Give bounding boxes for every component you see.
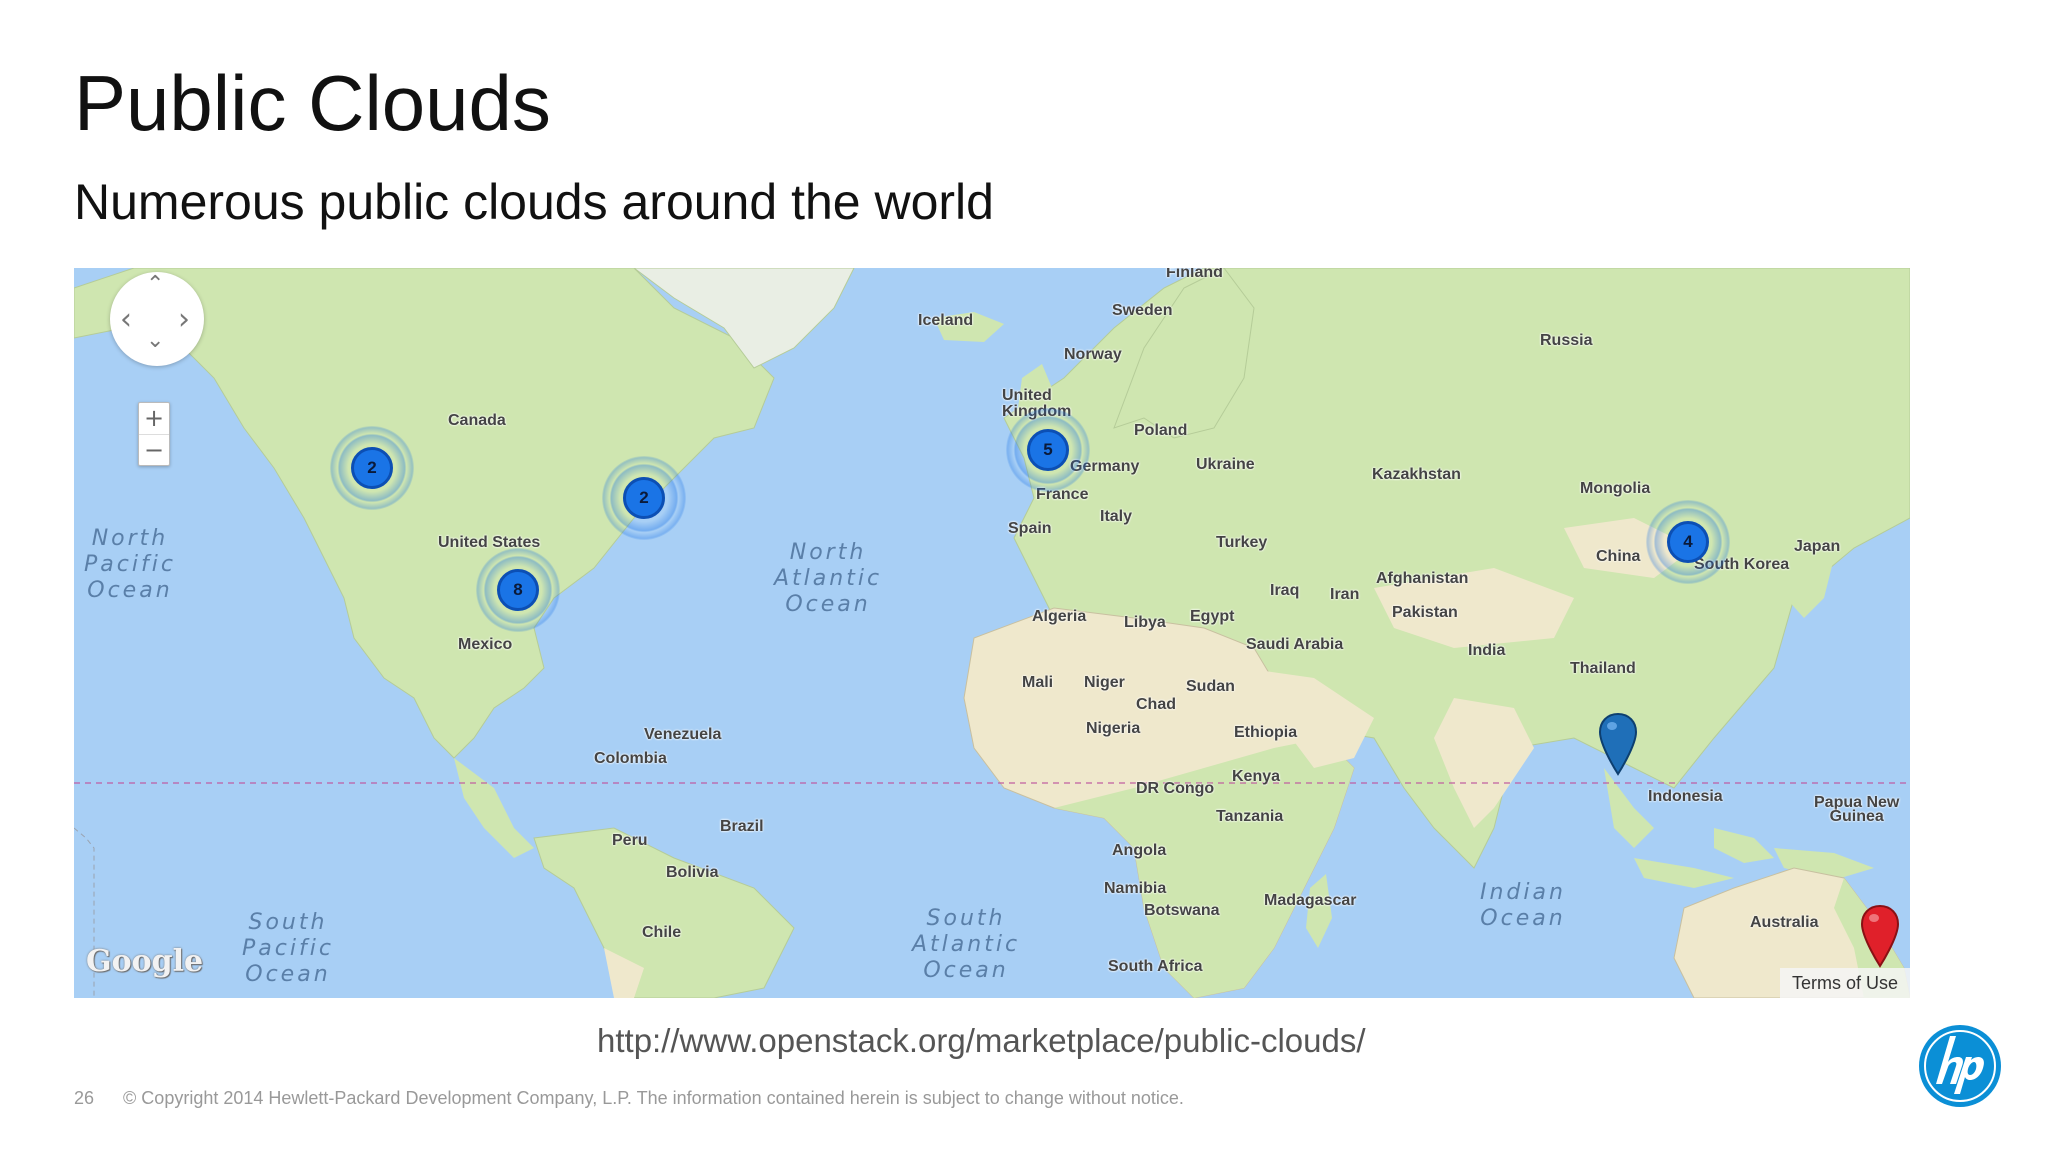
place-niger: Niger — [1084, 674, 1125, 691]
place-kazakhstan: Kazakhstan — [1372, 466, 1461, 483]
place-venezuela: Venezuela — [644, 726, 722, 743]
map-zoom-control: + − — [138, 402, 170, 466]
place-indonesia: Indonesia — [1648, 788, 1723, 805]
place-russia: Russia — [1540, 332, 1593, 349]
cluster-marker-western-europe[interactable]: 5 — [1006, 408, 1090, 492]
pan-left-icon[interactable]: ‹ — [120, 302, 132, 337]
cluster-count: 2 — [351, 447, 393, 489]
map-base-layer — [74, 268, 1910, 998]
map-pan-control[interactable]: ⌃ ⌄ ‹ › — [110, 272, 204, 366]
ocean-south-atlantic: South Atlantic Ocean — [912, 906, 1021, 983]
world-map[interactable]: Finland Sweden Iceland Norway Russia Uni… — [74, 268, 1910, 998]
place-india: India — [1468, 642, 1506, 659]
place-sudan: Sudan — [1186, 678, 1235, 695]
place-japan: Japan — [1794, 538, 1841, 555]
terms-of-use-link[interactable]: Terms of Use — [1779, 968, 1910, 998]
place-mongolia: Mongolia — [1580, 480, 1651, 497]
place-canada: Canada — [448, 412, 506, 429]
cluster-count: 5 — [1027, 429, 1069, 471]
ocean-north-atlantic: North Atlantic Ocean — [774, 540, 883, 617]
place-botswana: Botswana — [1144, 902, 1220, 919]
place-madagascar: Madagascar — [1264, 892, 1357, 909]
place-saudi-arabia: Saudi Arabia — [1246, 636, 1344, 653]
place-iceland: Iceland — [918, 312, 974, 329]
cluster-marker-east-asia[interactable]: 4 — [1646, 500, 1730, 584]
ocean-north-pacific: North Pacific Ocean — [84, 526, 176, 603]
footer: 26 © Copyright 2014 Hewlett-Packard Deve… — [74, 1088, 1184, 1109]
cluster-marker-west-north-america[interactable]: 2 — [330, 426, 414, 510]
map-pin-icon-red[interactable] — [1860, 904, 1900, 968]
place-spain: Spain — [1008, 520, 1052, 537]
ocean-indian: Indian Ocean — [1480, 880, 1566, 931]
place-turkey: Turkey — [1216, 534, 1268, 551]
place-australia: Australia — [1750, 914, 1819, 931]
pan-right-icon[interactable]: › — [178, 302, 190, 337]
hp-logo — [1919, 1025, 2001, 1107]
place-papua-new-guinea: Papua New Guinea — [1814, 794, 1900, 825]
place-brazil: Brazil — [720, 818, 764, 835]
copyright-text: © Copyright 2014 Hewlett-Packard Develop… — [123, 1088, 1184, 1108]
place-iraq: Iraq — [1270, 582, 1300, 599]
ocean-south-pacific: South Pacific Ocean — [242, 910, 334, 987]
place-chad: Chad — [1136, 696, 1176, 713]
place-namibia: Namibia — [1104, 880, 1167, 897]
cluster-marker-east-north-america[interactable]: 2 — [602, 456, 686, 540]
place-algeria: Algeria — [1032, 608, 1087, 625]
place-thailand: Thailand — [1570, 660, 1636, 677]
page-subtitle: Numerous public clouds around the world — [74, 174, 994, 230]
place-libya: Libya — [1124, 614, 1166, 631]
pan-up-icon[interactable]: ⌃ — [146, 272, 164, 297]
place-poland: Poland — [1134, 422, 1188, 439]
place-chile: Chile — [642, 924, 682, 941]
pan-down-icon[interactable]: ⌄ — [146, 328, 164, 353]
place-angola: Angola — [1112, 842, 1167, 859]
place-mali: Mali — [1022, 674, 1054, 691]
zoom-in-button[interactable]: + — [139, 403, 169, 434]
place-china: China — [1596, 548, 1641, 565]
cluster-marker-southern-us[interactable]: 8 — [476, 548, 560, 632]
place-ethiopia: Ethiopia — [1234, 724, 1298, 741]
place-norway: Norway — [1064, 346, 1122, 363]
place-south-africa: South Africa — [1108, 958, 1203, 975]
place-mexico: Mexico — [458, 636, 513, 653]
page-title: Public Clouds — [74, 59, 551, 147]
cluster-count: 4 — [1667, 521, 1709, 563]
cluster-count: 8 — [497, 569, 539, 611]
place-peru: Peru — [612, 832, 648, 849]
place-nigeria: Nigeria — [1086, 720, 1141, 737]
place-finland: Finland — [1166, 268, 1223, 281]
place-colombia: Colombia — [594, 750, 667, 767]
place-dr-congo: DR Congo — [1136, 780, 1215, 797]
place-bolivia: Bolivia — [666, 864, 719, 881]
place-sweden: Sweden — [1112, 302, 1173, 319]
map-pin-icon-blue[interactable] — [1598, 712, 1638, 776]
page-number: 26 — [74, 1088, 95, 1108]
source-url[interactable]: http://www.openstack.org/marketplace/pub… — [597, 1022, 1366, 1060]
place-tanzania: Tanzania — [1216, 808, 1284, 825]
place-pakistan: Pakistan — [1392, 604, 1458, 621]
google-logo[interactable]: Google — [86, 944, 203, 979]
place-afghanistan: Afghanistan — [1376, 570, 1469, 587]
place-egypt: Egypt — [1190, 608, 1235, 625]
cluster-count: 2 — [623, 477, 665, 519]
place-italy: Italy — [1100, 508, 1133, 525]
place-iran: Iran — [1330, 586, 1360, 603]
zoom-out-button[interactable]: − — [139, 434, 169, 465]
place-ukraine: Ukraine — [1196, 456, 1255, 473]
place-kenya: Kenya — [1232, 768, 1281, 785]
